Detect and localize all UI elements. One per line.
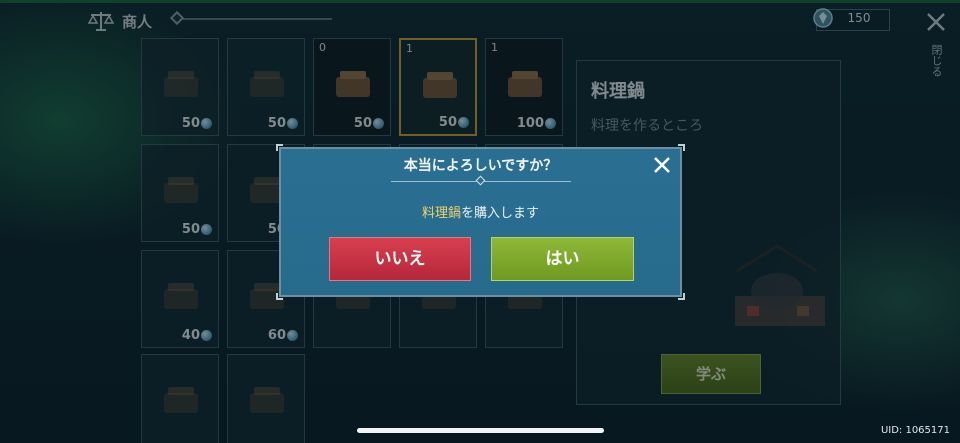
dialog-corner-ornament: [276, 144, 283, 151]
dialog-message-text: を購入します: [461, 206, 540, 221]
close-icon[interactable]: [653, 156, 671, 174]
dialog-message: 料理鍋を購入します: [281, 202, 680, 221]
home-indicator[interactable]: [357, 428, 604, 433]
dialog-corner-ornament: [678, 293, 685, 300]
dialog-divider-diamond: [475, 175, 486, 186]
dialog-title: 本当によろしいですか？: [403, 158, 558, 174]
uid-label: UID: 1065171: [880, 425, 950, 436]
yes-button[interactable]: はい: [491, 237, 634, 281]
confirm-dialog: 本当によろしいですか？ 料理鍋を購入します いいえ はい: [276, 144, 685, 300]
no-button[interactable]: いいえ: [329, 237, 471, 281]
dialog-item-name: 料理鍋: [421, 206, 461, 221]
dialog-corner-ornament: [276, 293, 283, 300]
dialog-corner-ornament: [678, 144, 685, 151]
